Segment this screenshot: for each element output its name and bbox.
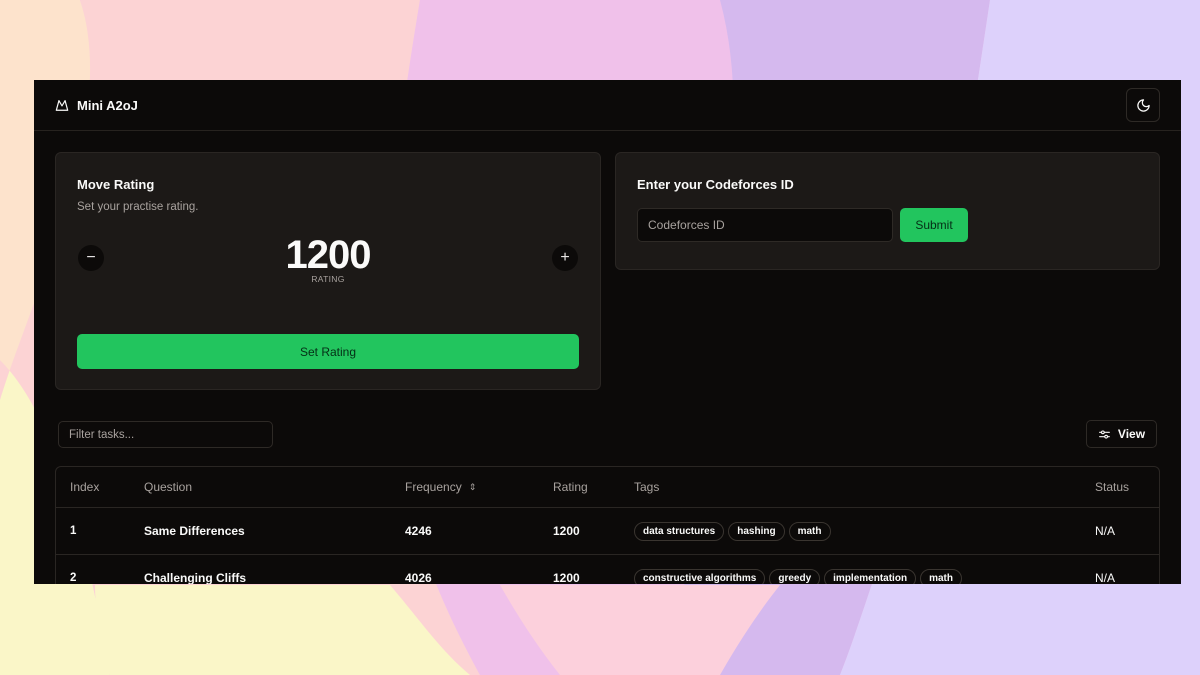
row-frequency: 4026 bbox=[405, 571, 432, 584]
tag-badge: hashing bbox=[728, 521, 785, 541]
row-rating: 1200 bbox=[553, 571, 580, 584]
tag-badge: greedy bbox=[769, 568, 821, 584]
row-index: 2 bbox=[70, 572, 77, 584]
sliders-icon bbox=[1099, 429, 1110, 439]
moon-icon bbox=[1136, 98, 1150, 112]
rating-control: − 1200 RATING + bbox=[77, 233, 579, 287]
theme-toggle-button[interactable] bbox=[1126, 88, 1160, 122]
table-row[interactable]: 1 Same Differences 4246 1200 data struct… bbox=[56, 508, 1159, 555]
header-question[interactable]: Question bbox=[144, 467, 192, 507]
brand-name: Mini A2oJ bbox=[77, 97, 138, 113]
tag-badge: constructive algorithms bbox=[634, 568, 766, 584]
plus-icon: + bbox=[560, 249, 570, 266]
header-index[interactable]: Index bbox=[70, 467, 99, 507]
rating-value: 1200 bbox=[285, 233, 372, 277]
rating-card-description: Set your practise rating. bbox=[77, 201, 199, 213]
table-header-row: Index Question Frequency ⇕ Rating Tags S… bbox=[56, 467, 1159, 508]
row-question[interactable]: Challenging Cliffs bbox=[144, 555, 246, 584]
header-frequency-label: Frequency bbox=[405, 480, 462, 494]
tag-badge: data structures bbox=[634, 521, 725, 541]
increment-rating-button[interactable]: + bbox=[552, 245, 578, 271]
header-tags[interactable]: Tags bbox=[634, 467, 659, 507]
table-row[interactable]: 2 Challenging Cliffs 4026 1200 construct… bbox=[56, 555, 1159, 584]
row-question[interactable]: Same Differences bbox=[144, 508, 245, 554]
logo-icon bbox=[55, 100, 69, 111]
filter-tasks-input[interactable]: Filter tasks... bbox=[58, 421, 273, 448]
codeforces-card: Enter your Codeforces ID Codeforces ID S… bbox=[615, 152, 1160, 270]
header-frequency[interactable]: Frequency ⇕ bbox=[405, 467, 476, 507]
header-status[interactable]: Status bbox=[1095, 467, 1129, 507]
navbar: Mini A2oJ bbox=[34, 80, 1181, 131]
tasks-table: Index Question Frequency ⇕ Rating Tags S… bbox=[55, 466, 1160, 584]
view-label: View bbox=[1117, 427, 1146, 441]
rating-card-title: Move Rating bbox=[77, 177, 155, 192]
row-tags: data structures hashing math bbox=[634, 508, 831, 554]
rating-card: Move Rating Set your practise rating. − … bbox=[55, 152, 601, 390]
view-options-button[interactable]: View bbox=[1086, 420, 1157, 448]
tag-badge: math bbox=[920, 568, 962, 584]
brand[interactable]: Mini A2oJ bbox=[55, 98, 138, 113]
row-index: 1 bbox=[70, 525, 77, 537]
set-rating-button[interactable]: Set Rating bbox=[77, 334, 579, 369]
codeforces-card-title: Enter your Codeforces ID bbox=[637, 177, 794, 192]
row-status: N/A bbox=[1095, 571, 1116, 584]
sort-icon: ⇕ bbox=[468, 481, 477, 492]
tag-badge: implementation bbox=[824, 568, 917, 584]
row-rating: 1200 bbox=[553, 524, 580, 538]
row-frequency: 4246 bbox=[405, 524, 432, 538]
app-window: Mini A2oJ Move Rating Set your practise … bbox=[34, 80, 1181, 584]
row-tags: constructive algorithms greedy implement… bbox=[634, 555, 962, 584]
rating-value-label: RATING bbox=[311, 274, 345, 284]
tag-badge: math bbox=[788, 521, 831, 541]
header-rating[interactable]: Rating bbox=[553, 467, 588, 507]
row-status: N/A bbox=[1095, 524, 1116, 538]
codeforces-id-input[interactable]: Codeforces ID bbox=[637, 208, 893, 242]
submit-button[interactable]: Submit bbox=[900, 208, 968, 242]
